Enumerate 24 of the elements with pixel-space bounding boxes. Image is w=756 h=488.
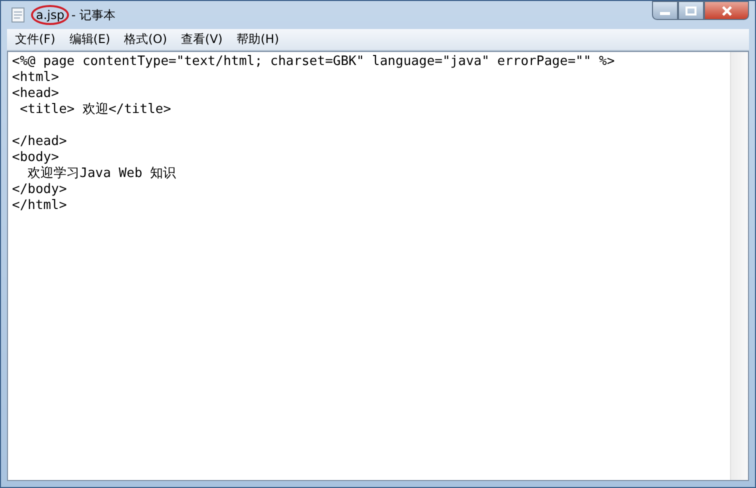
code-line: <head> (12, 86, 59, 102)
code-line: 欢迎学习Java Web 知识 (26, 166, 176, 182)
maximize-button[interactable] (678, 1, 704, 20)
code-line: </html> (12, 198, 67, 214)
window-title: a.jsp (31, 5, 70, 25)
notepad-icon (11, 7, 25, 23)
code-line: <%@ page contentType="text/html; charset=GBK" language="java" errorPage="" %> (12, 54, 615, 70)
close-button[interactable] (704, 1, 749, 20)
code-line: </body> (12, 182, 67, 198)
menu-item[interactable]: 编辑(E) (69, 31, 110, 48)
code-line: <title> 欢迎</title> (18, 102, 172, 118)
minimize-icon (660, 12, 670, 15)
menu-item[interactable]: 文件(F) (15, 31, 56, 48)
menu-item[interactable]: 格式(O) (124, 31, 168, 48)
code-line: <body> (12, 150, 59, 166)
window-title: - 记事本 (71, 6, 116, 24)
menu-item[interactable]: 帮助(H) (236, 31, 279, 48)
code-line: </head> (12, 134, 67, 150)
minimize-button[interactable] (652, 1, 678, 20)
scrollbar[interactable] (730, 52, 748, 480)
close-icon (720, 4, 734, 16)
code-line: <html> (12, 70, 59, 86)
menu-item[interactable]: 查看(V) (181, 31, 223, 48)
maximize-icon (685, 6, 697, 16)
